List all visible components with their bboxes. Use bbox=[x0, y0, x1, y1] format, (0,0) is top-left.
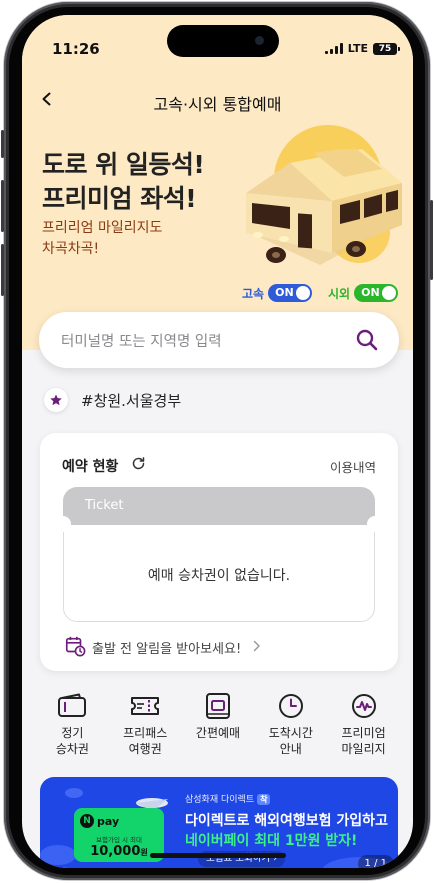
intercity-switch-state: ON bbox=[361, 286, 380, 299]
hero-headline: 도로 위 일등석! 프리미엄 좌석! bbox=[42, 148, 205, 216]
intercity-switch[interactable]: ON bbox=[354, 284, 399, 302]
banner-brand-name: 삼성화재 다이렉트 bbox=[185, 795, 255, 805]
network-label: LTE bbox=[347, 42, 368, 55]
menu-label-quick-booking: 간편예매 bbox=[195, 726, 241, 740]
search-input[interactable]: 터미널명 또는 지역명 입력 bbox=[39, 312, 399, 368]
menu-item-premium-mileage[interactable]: 프리미엄 마일리지 bbox=[327, 691, 400, 763]
hero-subtitle: 프리리엄 마일리지도 차곡차곡! bbox=[42, 218, 162, 260]
express-switch-state: ON bbox=[275, 286, 294, 299]
favorite-star-icon[interactable] bbox=[44, 388, 68, 412]
clock-icon bbox=[277, 691, 305, 721]
ticket-label: Ticket bbox=[85, 498, 124, 513]
npay-subtitle: 보험가입 시 최대 bbox=[96, 836, 142, 844]
signal-icon bbox=[324, 43, 343, 54]
battery-icon: 75 bbox=[373, 42, 400, 55]
banner-page-indicator: 1 / 1 bbox=[357, 855, 394, 868]
npay-amount-unit: 원 bbox=[140, 848, 148, 857]
intercity-toggle[interactable]: 시외 ON bbox=[328, 284, 399, 302]
banner-headline-2: 네이버페이 최대 1만원 받자! bbox=[185, 833, 358, 849]
banner-headline-1: 다이렉트로 해외여행보험 가입하고 bbox=[185, 813, 388, 829]
volume-up-button bbox=[1, 180, 4, 232]
power-button bbox=[430, 200, 433, 280]
hero-headline-line1: 도로 위 일등석! bbox=[42, 150, 205, 179]
favorite-route[interactable]: #창원.서울경부 bbox=[81, 390, 181, 411]
quick-menu: 정기 승차권 프리패스 여행권 간편예매 도착시간 안내 프리미엄 마일리지 bbox=[36, 691, 400, 763]
hero-section: 11:26 LTE 75 고속·시외 통합예매 도로 위 일등석! 프리미엄 좌… bbox=[22, 15, 413, 350]
menu-item-arrival-time[interactable]: 도착시간 안내 bbox=[254, 691, 327, 763]
chevron-right-icon[interactable] bbox=[253, 640, 261, 652]
menu-label-season-ticket: 정기 승차권 bbox=[55, 726, 89, 756]
npay-logo: N pay bbox=[80, 814, 119, 828]
express-switch-knob bbox=[296, 286, 311, 300]
dynamic-island bbox=[167, 25, 279, 57]
npay-logo-text: pay bbox=[97, 814, 120, 828]
search-placeholder: 터미널명 또는 지역명 입력 bbox=[61, 334, 222, 350]
ticket-header: Ticket bbox=[63, 487, 375, 525]
status-time: 11:26 bbox=[52, 40, 100, 58]
hero-subtitle-line2: 차곡차곡! bbox=[42, 241, 100, 257]
empty-message: 예매 승차권이 없습니다. bbox=[147, 568, 291, 584]
alarm-prompt[interactable]: 출발 전 알림을 받아보세요! bbox=[92, 638, 241, 657]
front-camera bbox=[255, 36, 264, 45]
ticket-notch-left bbox=[55, 516, 71, 532]
battery-level: 75 bbox=[378, 43, 392, 54]
reservation-title: 예약 현황 bbox=[62, 459, 119, 475]
quick-booking-icon bbox=[203, 691, 233, 721]
intercity-toggle-label: 시외 bbox=[328, 286, 351, 301]
refresh-icon[interactable] bbox=[131, 456, 146, 471]
banner-brand-badge: 착 bbox=[257, 794, 271, 805]
express-toggle[interactable]: 고속 ON bbox=[242, 284, 313, 302]
banner-brand: 삼성화재 다이렉트 착 bbox=[185, 792, 271, 805]
volume-down-button bbox=[1, 244, 4, 296]
mileage-icon bbox=[350, 691, 378, 721]
express-switch[interactable]: ON bbox=[268, 284, 313, 302]
app-screen: 11:26 LTE 75 고속·시외 통합예매 도로 위 일등석! 프리미엄 좌… bbox=[22, 15, 413, 868]
menu-item-quick-booking[interactable]: 간편예매 bbox=[182, 691, 255, 763]
reservation-card: 예약 현황 이용내역 Ticket 예매 승차권이 없습니다. 출발 전 알림을… bbox=[40, 433, 398, 671]
calendar-alarm-icon bbox=[65, 636, 86, 657]
bus-illustration bbox=[246, 149, 402, 265]
history-link[interactable]: 이용내역 bbox=[330, 457, 376, 476]
search-icon[interactable] bbox=[355, 328, 379, 352]
naver-n-icon: N bbox=[80, 814, 94, 828]
hero-headline-line2: 프리미엄 좌석! bbox=[42, 184, 197, 213]
ticket-icon bbox=[129, 691, 161, 721]
hero-subtitle-line1: 프리리엄 마일리지도 bbox=[42, 220, 163, 236]
ticket-placeholder: Ticket 예매 승차권이 없습니다. bbox=[55, 487, 383, 623]
side-button bbox=[1, 130, 4, 158]
intercity-switch-knob bbox=[382, 286, 397, 300]
ticket-notch-right bbox=[367, 516, 383, 532]
page-title: 고속·시외 통합예매 bbox=[153, 95, 282, 114]
menu-label-premium-mileage: 프리미엄 마일리지 bbox=[341, 726, 386, 756]
home-indicator[interactable] bbox=[150, 853, 286, 858]
wallet-icon bbox=[57, 691, 87, 721]
express-toggle-label: 고속 bbox=[242, 286, 265, 301]
menu-label-freepass: 프리패스 여행권 bbox=[123, 726, 168, 756]
status-indicators: LTE 75 bbox=[324, 42, 400, 55]
menu-item-season-ticket[interactable]: 정기 승차권 bbox=[36, 691, 109, 763]
npay-amount-value: 10,000 bbox=[90, 844, 141, 859]
menu-item-freepass[interactable]: 프리패스 여행권 bbox=[109, 691, 182, 763]
menu-label-arrival-time: 도착시간 안내 bbox=[268, 726, 313, 756]
